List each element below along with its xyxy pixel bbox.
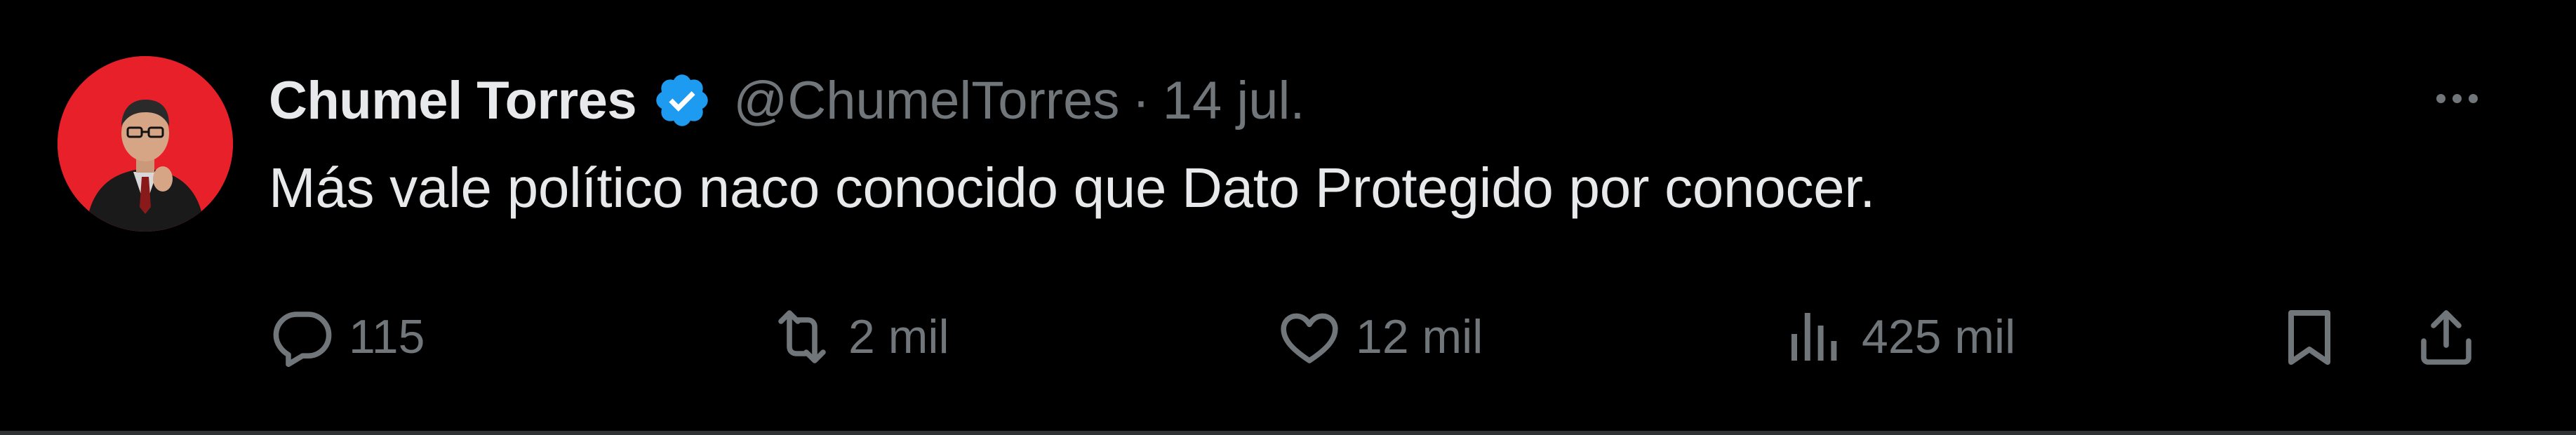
action-bar: 115 2 mil 12 mil 425 mil bbox=[269, 295, 2514, 379]
share-upload-icon bbox=[2413, 303, 2480, 370]
retweet-button[interactable]: 2 mil bbox=[768, 295, 949, 379]
views-count: 425 mil bbox=[1862, 310, 2016, 363]
avatar-image bbox=[58, 56, 233, 232]
avatar[interactable] bbox=[58, 56, 233, 232]
separator-dot: · bbox=[1132, 70, 1150, 130]
tweet-card[interactable]: Chumel Torres @ChumelTorres · 14 jul. Má… bbox=[0, 0, 2576, 435]
divider bbox=[0, 431, 2576, 435]
tweet-header: Chumel Torres @ChumelTorres · 14 jul. bbox=[269, 62, 1305, 139]
reply-count: 115 bbox=[349, 310, 425, 363]
reply-button[interactable]: 115 bbox=[269, 295, 425, 379]
like-button[interactable]: 12 mil bbox=[1276, 295, 1483, 379]
bookmark-icon bbox=[2276, 303, 2343, 370]
display-name[interactable]: Chumel Torres bbox=[269, 70, 637, 131]
tweet-text: Más vale político naco conocido que Dato… bbox=[269, 156, 1876, 219]
tweet-date[interactable]: 14 jul. bbox=[1163, 70, 1305, 131]
speech-bubble-icon bbox=[269, 303, 336, 370]
share-button[interactable] bbox=[2413, 295, 2480, 379]
user-handle[interactable]: @ChumelTorres bbox=[733, 70, 1119, 131]
views-button[interactable]: 425 mil bbox=[1782, 295, 2015, 379]
retweet-count: 2 mil bbox=[848, 310, 949, 363]
verified-badge-icon[interactable] bbox=[652, 70, 712, 130]
more-dots-icon[interactable] bbox=[2422, 70, 2492, 126]
bar-chart-icon bbox=[1782, 303, 1849, 370]
like-count: 12 mil bbox=[1356, 310, 1483, 363]
heart-icon bbox=[1276, 303, 1343, 370]
retweet-arrows-icon bbox=[768, 303, 836, 370]
bookmark-button[interactable] bbox=[2276, 295, 2343, 379]
